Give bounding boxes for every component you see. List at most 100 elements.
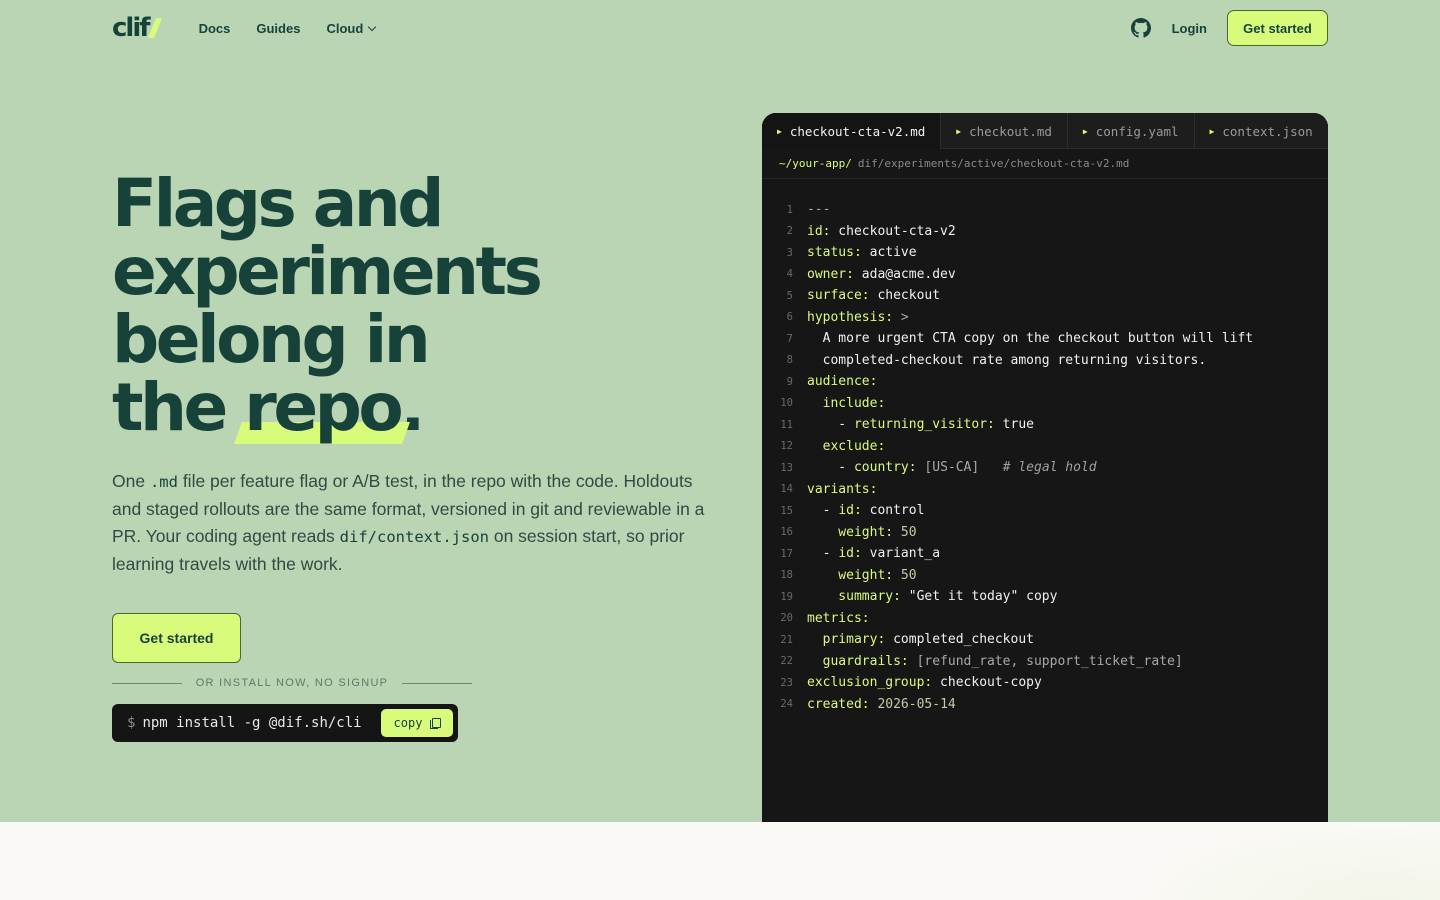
login-link[interactable]: Login [1172,21,1207,36]
code-line: 15 - id: control [762,500,1328,522]
code-line: 4 owner: ada@acme.dev [762,264,1328,286]
code-line: 21 primary: completed_checkout [762,629,1328,651]
nav-link-docs[interactable]: Docs [199,21,231,36]
headline-highlight: repo [234,374,411,444]
tab-context[interactable]: ▶ context.json [1195,113,1328,149]
code-token: - [807,417,854,433]
github-icon[interactable] [1130,18,1151,38]
line-number: 16 [780,526,793,539]
code-token: [US-CA] [916,460,980,476]
code-line: 17 - id: variant_a [762,543,1328,565]
top-nav: clif Docs Guides Cloud Login Get started [112,10,1328,46]
code-line: 5 surface: checkout [762,285,1328,307]
line-number: 8 [786,354,793,367]
hero-section: clif Docs Guides Cloud Login Get started… [0,0,1440,822]
nav-link-guides[interactable]: Guides [256,21,300,36]
editor-tabs: ▶ checkout-cta-v2.md ▶ checkout.md ▶ config… [762,113,1328,149]
tab-label: context.json [1222,123,1313,139]
line-number: 20 [780,612,793,625]
desc-text-1: One [112,471,150,491]
divider-rule-right [402,682,473,684]
code-token: true [994,417,1034,433]
code-token: active [861,245,917,261]
nav-get-started-button[interactable]: Get started [1227,10,1328,46]
path-root: ~/your-app/ [779,157,852,170]
code-line: 2 id: checkout-cta-v2 [762,221,1328,243]
copy-label: copy [393,716,423,730]
tab-config[interactable]: ▶ config.yaml [1068,113,1195,149]
tab-label: checkout-cta-v2.md [789,123,926,139]
copy-button[interactable]: copy [381,709,453,737]
code-body: 1 --- 2 id: checkout-cta-v2 3 status: active 4… [762,199,1328,715]
line-number: 11 [780,418,793,431]
code-line: 3 status: active [762,242,1328,264]
code-line: 6 hypothesis: > [762,307,1328,329]
line-number: 18 [780,569,793,582]
hero-get-started-button[interactable]: Get started [112,613,241,663]
chevron-down-icon [368,22,377,31]
headline-line-3: belong in [112,301,431,378]
logo[interactable]: clif [112,13,162,43]
divider-rule-left [112,682,182,684]
tab-checkout-cta-v2[interactable]: ▶ checkout-cta-v2.md [762,113,942,149]
code-token: 2026-05-14 [869,696,956,712]
file-arrow-icon: ▶ [956,126,962,136]
file-path-bar: ~/your-app/ dif/experiments/active/check… [762,149,1328,179]
line-number: 15 [780,504,793,517]
code-token: returning_visitor: [853,417,995,433]
code-line: 13 - country: [US-CA] # legal hold [762,457,1328,479]
code-token: id: [807,223,831,239]
code-token: surface: [807,288,870,304]
install-command[interactable]: npm install -g @dif.sh/cli [142,715,361,731]
line-number: 5 [786,289,793,302]
copy-icon [430,717,442,729]
headline-line-2: experiments [112,233,543,310]
hero-headline: Flags and experiments belong in the repo… [112,165,672,444]
code-line: 22 guardrails: [refund_rate, support_tic… [762,651,1328,673]
code-token: 50 [893,567,917,583]
line-number: 3 [786,246,793,259]
code-line: 24 created: 2026-05-14 [762,694,1328,716]
line-number: 12 [780,440,793,453]
line-number: 4 [786,268,793,281]
line-number: 17 [780,547,793,560]
file-arrow-icon: ▶ [777,126,782,136]
headline-highlight-text: repo [244,369,403,446]
tab-label: config.yaml [1095,123,1179,139]
code-token: status: [807,245,862,261]
code-token: completed_checkout [885,632,1034,648]
code-token: checkout-cta-v2 [830,223,956,239]
code-token: weight: [807,524,894,540]
code-token: id: [838,546,862,562]
code-line: 23 exclusion_group: checkout-copy [762,672,1328,694]
headline-line-4: the repo. [112,374,672,444]
code-token: audience: [807,374,878,390]
desc-code-context: dif/context.json [339,528,489,546]
headline-line-4-pre: the [112,369,245,446]
code-token: guardrails: [807,653,909,669]
code-line: 1 --- [762,199,1328,221]
code-token: 50 [893,524,917,540]
line-number: 19 [780,590,793,603]
nav-link-cloud[interactable]: Cloud [326,21,377,36]
logo-slash-icon [147,18,162,38]
code-token: > [893,309,909,325]
code-token: checkout-copy [932,675,1042,691]
code-line: 14 variants: [762,479,1328,501]
code-token: exclusion_group: [807,675,933,691]
hero-description: One .md file per feature flag or A/B tes… [112,468,712,578]
code-token: - [807,546,839,562]
code-line: 12 exclude: [762,436,1328,458]
install-divider: OR INSTALL NOW, NO SIGNUP [112,676,473,690]
headline-line-1: Flags and [112,165,445,242]
tab-checkout[interactable]: ▶ checkout.md [941,113,1068,149]
tab-label: checkout.md [969,123,1052,139]
code-token: country: [853,460,917,476]
line-number: 21 [780,633,793,646]
code-token: "Get it today" copy [900,589,1058,605]
code-token: metrics: [807,610,870,626]
code-line: 7 A more urgent CTA copy on the checkout… [762,328,1328,350]
code-token: # legal hold [979,460,1097,476]
code-token: exclude: [807,438,886,454]
code-token: id: [838,503,862,519]
